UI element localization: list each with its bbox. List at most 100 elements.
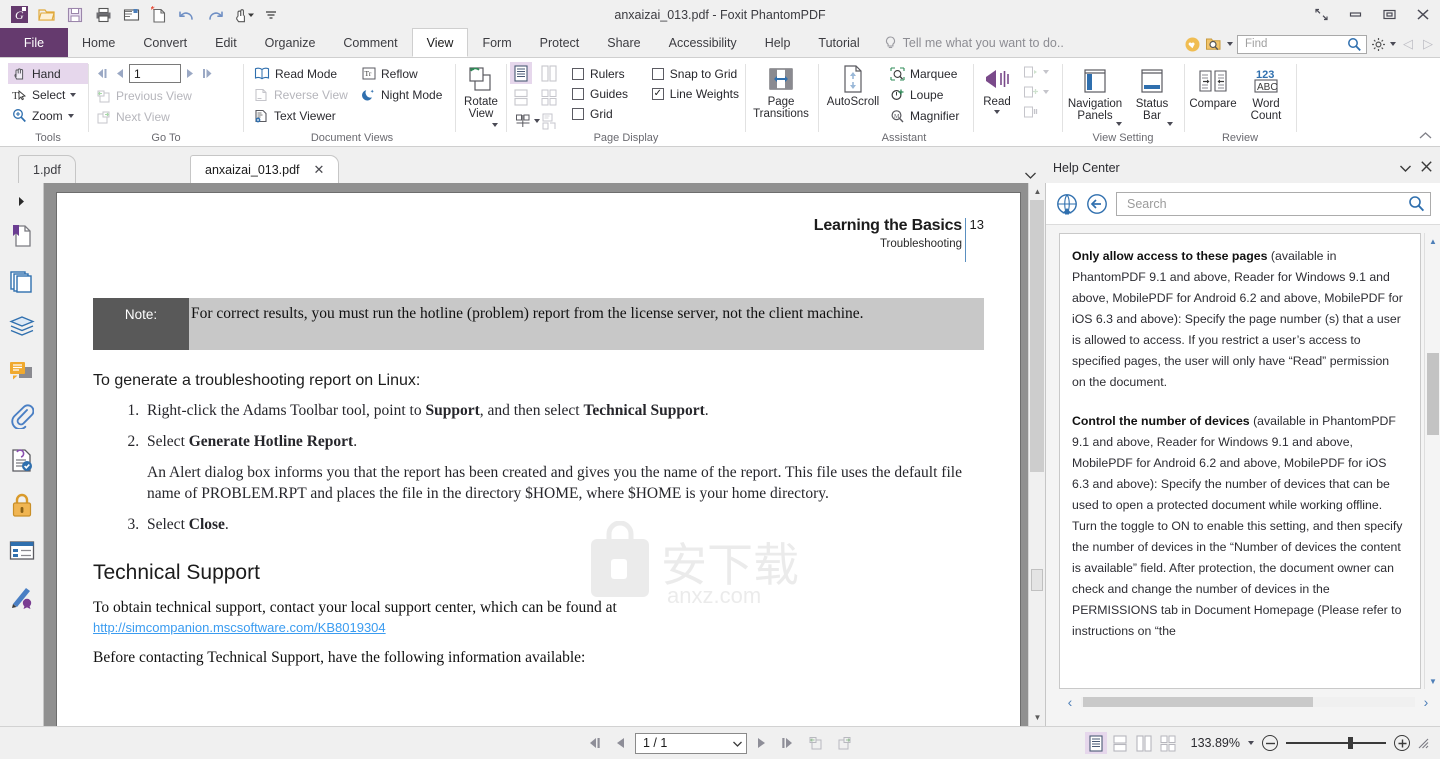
save-icon[interactable]: [62, 3, 88, 27]
find-box[interactable]: [1237, 34, 1367, 54]
read-current-page-caret-icon[interactable]: [1043, 70, 1049, 74]
sidebar-item-security[interactable]: [5, 483, 39, 528]
sidebar-item-page-thumbnails[interactable]: [5, 258, 39, 303]
tab-tutorial[interactable]: Tutorial: [804, 28, 873, 57]
restore-down-icon[interactable]: [1304, 1, 1338, 29]
previous-page-button[interactable]: [611, 737, 630, 749]
doc-tabs-overflow-caret-icon[interactable]: [1025, 168, 1036, 182]
open-icon[interactable]: [34, 3, 60, 27]
page-transitions-button[interactable]: Page Transitions: [748, 58, 814, 120]
tab-accessibility[interactable]: Accessibility: [655, 28, 751, 57]
back-nav-icon[interactable]: ◁: [1400, 36, 1416, 52]
zoom-tool-button[interactable]: Zoom: [8, 105, 88, 126]
tab-share[interactable]: Share: [593, 28, 654, 57]
read-current-page-button[interactable]: [1019, 62, 1059, 82]
help-scroll-thumb[interactable]: [1427, 353, 1439, 435]
close-icon[interactable]: ✕: [314, 163, 325, 176]
document-vertical-scrollbar[interactable]: ▲ ▼: [1028, 183, 1045, 726]
continuous-facing-icon[interactable]: [538, 86, 560, 108]
zoom-in-button[interactable]: [1394, 735, 1410, 751]
next-view-button[interactable]: Next View: [92, 106, 240, 127]
page-indicator-select[interactable]: 1 / 1: [635, 732, 747, 754]
support-link[interactable]: http://simcompanion.mscsoftware.com/KB80…: [93, 620, 984, 635]
help-back-icon[interactable]: [1086, 193, 1108, 215]
separate-cover-icon[interactable]: [538, 110, 560, 132]
read-from-page-button[interactable]: [1019, 82, 1059, 102]
sidebar-item-attachments[interactable]: [5, 393, 39, 438]
email-icon[interactable]: [118, 3, 144, 27]
compare-button[interactable]: Compare: [1186, 60, 1240, 122]
hand-tool-button[interactable]: Hand: [8, 63, 88, 84]
help-scroll-right-icon[interactable]: ›: [1415, 691, 1437, 713]
previous-view-button[interactable]: Previous View: [92, 85, 240, 106]
sidebar-item-fields[interactable]: [5, 528, 39, 573]
first-page-ribbon-button[interactable]: [94, 68, 111, 79]
next-page-ribbon-button[interactable]: [183, 68, 197, 79]
reverse-view-button[interactable]: Reverse View: [250, 84, 358, 105]
read-button[interactable]: Read: [975, 58, 1019, 122]
guides-checkbox[interactable]: Guides: [572, 84, 644, 104]
favorites-icon[interactable]: [1184, 36, 1201, 53]
previous-page-ribbon-button[interactable]: [113, 68, 127, 79]
scroll-up-icon[interactable]: ▲: [1029, 183, 1046, 200]
previous-view-button[interactable]: [804, 736, 828, 750]
last-page-ribbon-button[interactable]: [199, 68, 216, 79]
print-icon[interactable]: [90, 3, 116, 27]
help-hscroll-track[interactable]: [1081, 697, 1415, 707]
snap-to-grid-checkbox[interactable]: Snap to Grid: [651, 64, 742, 84]
night-mode-button[interactable]: Night Mode: [358, 84, 454, 105]
word-count-button[interactable]: 123 ABC Word Count: [1240, 60, 1292, 122]
next-view-button[interactable]: [833, 736, 857, 750]
help-home-icon[interactable]: [1056, 193, 1078, 215]
select-caret-icon[interactable]: [70, 92, 77, 97]
first-page-button[interactable]: [583, 737, 606, 749]
redo-icon[interactable]: [202, 3, 228, 27]
navigation-panels-button[interactable]: Navigation Panels: [1064, 60, 1126, 122]
tell-me-search[interactable]: Tell me what you want to do..: [874, 28, 1064, 57]
facing-view-button[interactable]: [1133, 732, 1155, 754]
rulers-checkbox[interactable]: Rulers: [572, 64, 644, 84]
tab-organize[interactable]: Organize: [251, 28, 330, 57]
expand-panel-button[interactable]: [17, 189, 26, 213]
rotate-view-caret-icon[interactable]: [492, 123, 498, 127]
single-page-icon[interactable]: [510, 62, 532, 84]
tab-form[interactable]: Form: [468, 28, 525, 57]
read-pause-button[interactable]: [1019, 102, 1059, 122]
read-caret-icon[interactable]: [994, 110, 1000, 114]
tab-edit[interactable]: Edit: [201, 28, 251, 57]
tab-home[interactable]: Home: [68, 28, 129, 57]
sidebar-item-bookmarks[interactable]: [5, 213, 39, 258]
zoom-caret-icon[interactable]: [67, 113, 74, 118]
zoom-out-button[interactable]: [1262, 735, 1278, 751]
help-search-box[interactable]: [1116, 191, 1431, 216]
autoscroll-button[interactable]: AutoScroll: [820, 58, 886, 126]
line-weights-checkbox-box[interactable]: ✓: [651, 88, 664, 100]
guides-checkbox-box[interactable]: [572, 88, 584, 100]
help-scroll-up-icon[interactable]: ▲: [1425, 233, 1440, 249]
page-number-input[interactable]: [129, 64, 181, 83]
minimize-icon[interactable]: [1338, 1, 1372, 29]
rulers-checkbox-box[interactable]: [572, 68, 584, 80]
split-view-handle[interactable]: [1031, 569, 1043, 591]
sidebar-item-comments[interactable]: [5, 348, 39, 393]
navigation-panels-caret-icon[interactable]: [1116, 122, 1122, 126]
zoom-slider-knob[interactable]: [1348, 737, 1353, 749]
rotate-view-button[interactable]: Rotate View: [458, 58, 504, 120]
touch-mode-icon[interactable]: [230, 3, 260, 27]
line-weights-checkbox[interactable]: ✓ Line Weights: [651, 84, 742, 104]
tab-comment[interactable]: Comment: [329, 28, 411, 57]
help-horizontal-scrollbar[interactable]: ‹ ›: [1059, 691, 1437, 713]
close-icon[interactable]: [1406, 1, 1440, 29]
continuous-view-button[interactable]: [1109, 732, 1131, 754]
magnifier-button[interactable]: M Magnifier: [886, 105, 966, 126]
help-search-input[interactable]: [1125, 195, 1408, 212]
scroll-down-icon[interactable]: ▼: [1029, 709, 1046, 726]
doc-tab-2[interactable]: anxaizai_013.pdf ✕: [190, 155, 340, 183]
help-center-menu-caret-icon[interactable]: [1400, 161, 1411, 175]
help-scroll-down-icon[interactable]: ▼: [1425, 673, 1440, 689]
undo-icon[interactable]: [174, 3, 200, 27]
help-search-icon[interactable]: [1408, 195, 1425, 212]
tab-view[interactable]: View: [411, 28, 469, 57]
marquee-button[interactable]: Marquee: [886, 63, 966, 84]
read-mode-button[interactable]: Read Mode: [250, 63, 358, 84]
